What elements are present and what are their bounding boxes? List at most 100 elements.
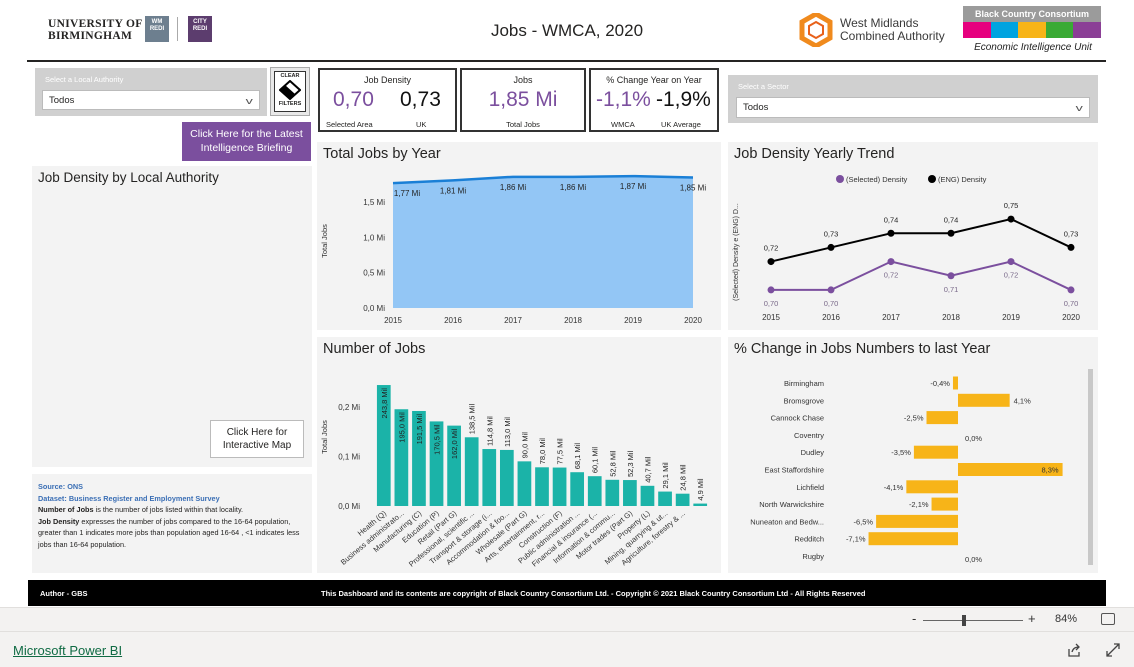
job-density-selected-label: Selected Area — [326, 120, 373, 129]
total-jobs-card-title: Jobs — [513, 75, 533, 85]
bcc-logo-unit: Economic Intelligence Unit — [974, 42, 1092, 53]
bar — [931, 497, 958, 511]
zoom-out-button[interactable]: - — [912, 611, 916, 626]
density-trend-chart: (Selected) Density e (ENG) D... (Selected… — [733, 175, 1080, 322]
bcc-strip-1 — [990, 22, 1019, 38]
local-authority-slicer: Select a Local Authority Todos v — [35, 68, 267, 116]
source-text: Source: ONS — [38, 482, 84, 491]
area-fill — [393, 176, 693, 308]
author-text: Author - GBS — [40, 589, 88, 598]
zoom-slider-track[interactable] — [923, 620, 1023, 621]
pct-change-panel: % Change in Jobs Numbers to last Year Bi… — [728, 337, 1098, 573]
y-tick-label: Birmingham — [784, 379, 824, 388]
x-tick-label: 2015 — [384, 316, 402, 325]
data-label: 0,71 — [944, 285, 959, 294]
total-jobs-value: 1,85 Mi — [488, 88, 558, 111]
series-point — [1067, 243, 1075, 251]
chevron-down-icon: v — [1075, 103, 1083, 113]
bar — [675, 493, 690, 506]
dataset-text: Dataset: Business Register and Employmen… — [38, 493, 220, 503]
yoy-change-wmca-value: -1,1% — [596, 88, 651, 111]
data-label: 78,0 Mil — [538, 438, 547, 465]
x-tick-label: 2019 — [624, 316, 642, 325]
zoom-slider-thumb[interactable] — [962, 615, 966, 626]
y-tick-label: North Warwickshire — [759, 500, 824, 509]
series-line — [771, 260, 1072, 291]
data-label: 0,74 — [944, 215, 959, 224]
job-density-selected-value: 0,70 — [333, 88, 374, 111]
local-authority-dropdown[interactable]: Todos v — [42, 90, 260, 110]
y-tick-label: Redditch — [794, 535, 824, 544]
zoom-in-button[interactable]: + — [1028, 611, 1036, 626]
fit-to-page-icon[interactable] — [1101, 613, 1115, 625]
bcc-strip-3 — [1045, 22, 1074, 38]
job-density-uk-value: 0,73 — [400, 88, 441, 111]
data-label: 0,0% — [965, 434, 982, 443]
bar — [517, 461, 532, 506]
total-jobs-chart: 0,0 Mi 0,5 Mi 1,0 Mi 1,5 Mi Total Jobs 1,77 M… — [320, 174, 706, 325]
interactive-map-button[interactable]: Click Here for Interactive Map — [210, 420, 304, 458]
yoy-change-wmca-label: WMCA — [611, 120, 635, 129]
y-tick-label: Dudley — [801, 448, 825, 457]
share-icon[interactable] — [1067, 643, 1082, 658]
bar — [552, 467, 567, 506]
job-density-card-title: Job Density — [363, 75, 412, 85]
y-tick-label: Rugby — [802, 552, 824, 561]
data-label: 29,1 Mil — [661, 462, 670, 489]
y-tick-label: 0,1 Mi — [338, 452, 360, 461]
y-tick-label: East Staffordshire — [765, 466, 824, 475]
data-label: 0,70 — [1064, 299, 1079, 308]
y-tick-label: Nuneaton and Bedw... — [750, 517, 824, 526]
y-tick-label: Lichfield — [796, 483, 824, 492]
sector-slicer: Select a Sector Todos v — [728, 75, 1098, 123]
bar — [913, 445, 958, 459]
x-tick-label: 2016 — [822, 313, 840, 322]
clear-filters-top-text: CLEAR — [280, 73, 300, 79]
data-label: 52,8 Mil — [608, 450, 617, 477]
sector-dropdown[interactable]: Todos v — [736, 97, 1090, 118]
data-label: 0,73 — [824, 229, 839, 238]
data-label: 60,1 Mil — [591, 447, 600, 474]
data-label: 191,5 Mil — [415, 414, 424, 445]
local-authority-value: Todos — [49, 94, 75, 106]
wmca-logo-text: West Midlands Combined Authority — [840, 17, 945, 43]
series-point — [947, 272, 955, 280]
y-tick-label: 1,0 Mi — [363, 233, 385, 242]
data-label: 0,75 — [1004, 201, 1019, 210]
data-label: 52,3 Mil — [626, 450, 635, 477]
data-label: 162,0 Mil — [450, 428, 459, 459]
clear-filters-icon: CLEAR FILTERS — [274, 71, 306, 112]
data-label: -2,1% — [909, 500, 929, 509]
yoy-change-card-title: % Change Year on Year — [606, 75, 702, 85]
y-tick-label: Cannock Chase — [771, 414, 824, 423]
pct-change-scrollbar[interactable] — [1088, 369, 1093, 565]
zoom-level: 84% — [1055, 613, 1078, 625]
data-label: -3,5% — [891, 448, 911, 457]
powerbi-link[interactable]: Microsoft Power BI — [13, 643, 122, 658]
x-tick-label: 2017 — [882, 313, 900, 322]
bar — [876, 514, 958, 528]
dashboard-footer: Author - GBS This Dashboard and its cont… — [28, 580, 1106, 606]
dashboard-canvas: UNIVERSITY OF BIRMINGHAM WM REDI CITY RE… — [0, 0, 1134, 667]
series-point — [827, 243, 835, 251]
sector-value: Todos — [743, 102, 769, 113]
y-axis-label: Total Jobs — [320, 420, 329, 454]
data-label: -6,5% — [854, 517, 874, 526]
data-label: 0,74 — [884, 215, 899, 224]
data-label: 0,70 — [824, 299, 839, 308]
data-label: 170,5 Mil — [433, 424, 442, 455]
jobs-definition: Number of Jobs is the number of jobs lis… — [38, 505, 244, 514]
total-jobs-panel: Total Jobs by Year 0,0 Mi 0,5 Mi 1,0 Mi 1,5… — [317, 142, 721, 330]
fullscreen-icon[interactable] — [1106, 643, 1120, 657]
data-label: 24,8 Mil — [679, 464, 688, 491]
clear-filters-button[interactable]: CLEAR FILTERS — [270, 67, 310, 116]
total-jobs-label: Total Jobs — [506, 120, 540, 129]
chevron-down-icon: v — [245, 96, 253, 106]
x-tick-label: 2017 — [504, 316, 522, 325]
bar — [570, 472, 585, 506]
bar — [499, 449, 514, 506]
data-label: 1,86 Mi — [560, 183, 586, 192]
legend-label: (Selected) Density — [846, 175, 908, 184]
latest-briefing-button[interactable]: Click Here for the Latest Intelligence B… — [182, 122, 311, 161]
density-definition: Job Density expresses the number of jobs… — [38, 516, 300, 549]
